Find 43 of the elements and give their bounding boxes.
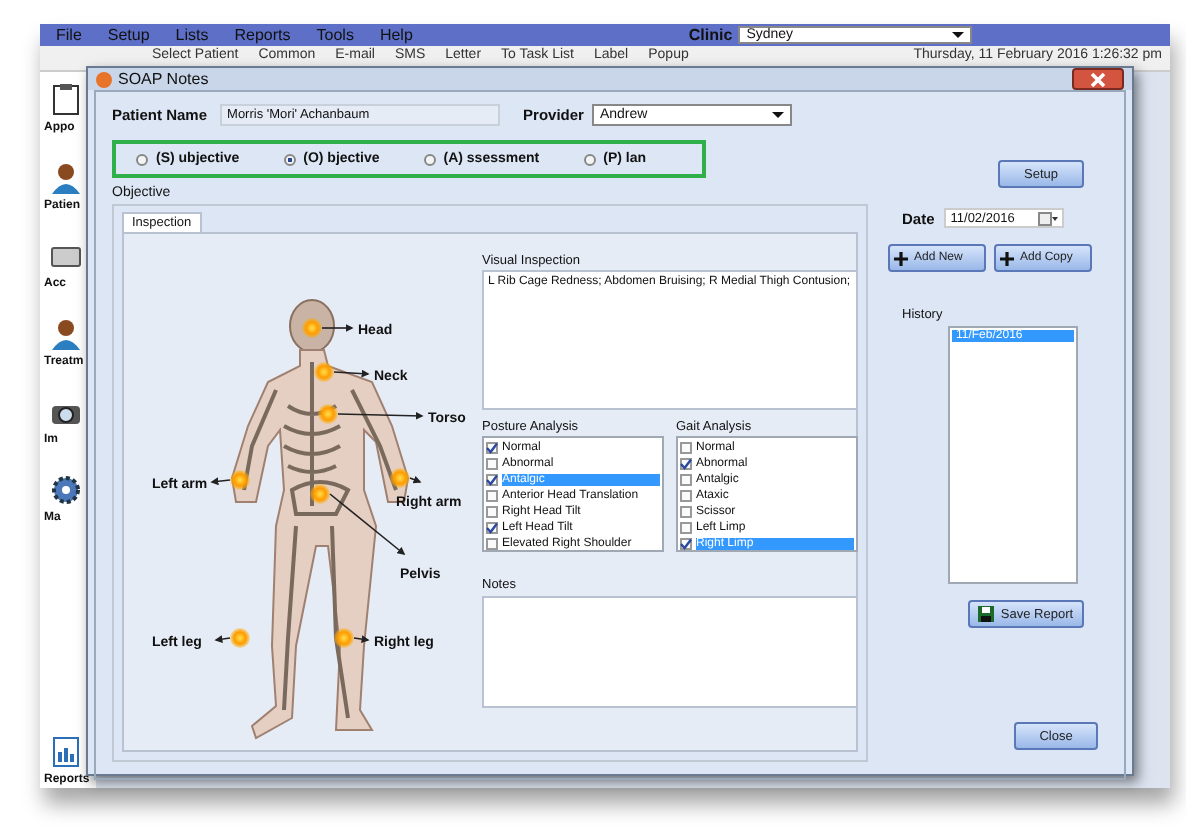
clinic-label: Clinic: [688, 26, 733, 44]
plus-icon: [1000, 251, 1014, 265]
pointer-arrow: [409, 475, 422, 484]
gear-icon[interactable]: [50, 474, 82, 506]
pointer-arrow: [337, 411, 424, 420]
checkbox[interactable]: [486, 522, 498, 534]
close-icon: [1090, 71, 1106, 87]
menu-item[interactable]: Help: [379, 26, 413, 44]
plus-icon: [894, 251, 908, 265]
menu-item[interactable]: Setup: [107, 26, 150, 44]
pointer-arrow: [321, 324, 354, 332]
window-title: SOAP Notes: [118, 70, 209, 88]
person-icon[interactable]: [50, 318, 82, 350]
person-icon[interactable]: [50, 162, 82, 194]
checkbox[interactable]: [486, 458, 498, 470]
app-icon: [96, 71, 112, 87]
menu-item[interactable]: Lists: [175, 26, 209, 44]
caret-icon: [952, 32, 965, 38]
checkbox[interactable]: [680, 538, 692, 550]
checkbox[interactable]: [486, 442, 498, 454]
checkbox[interactable]: [680, 506, 692, 518]
report-icon[interactable]: [50, 736, 82, 768]
checkbox[interactable]: [680, 474, 692, 486]
checkbox[interactable]: [486, 506, 498, 518]
caret-icon: [771, 111, 784, 117]
pointer-arrow: [353, 635, 370, 644]
clipboard-icon[interactable]: [50, 84, 82, 116]
notes-field[interactable]: [482, 596, 858, 708]
checkbox[interactable]: [486, 474, 498, 486]
menu-item[interactable]: File: [56, 26, 82, 44]
checkbox[interactable]: [680, 458, 692, 470]
checkbox[interactable]: [680, 522, 692, 534]
checkbox[interactable]: [680, 490, 692, 502]
menu-item[interactable]: Tools: [316, 26, 354, 44]
pointer-arrow: [214, 635, 231, 644]
close-button[interactable]: [1072, 68, 1124, 90]
checkbox[interactable]: [486, 538, 498, 550]
pointer-arrow: [210, 477, 231, 486]
checkbox[interactable]: [486, 490, 498, 502]
calendar-icon: [1038, 211, 1059, 225]
menu-item[interactable]: Reports: [234, 26, 291, 44]
pointer-arrow: [333, 369, 370, 378]
checkbox[interactable]: [680, 442, 692, 454]
